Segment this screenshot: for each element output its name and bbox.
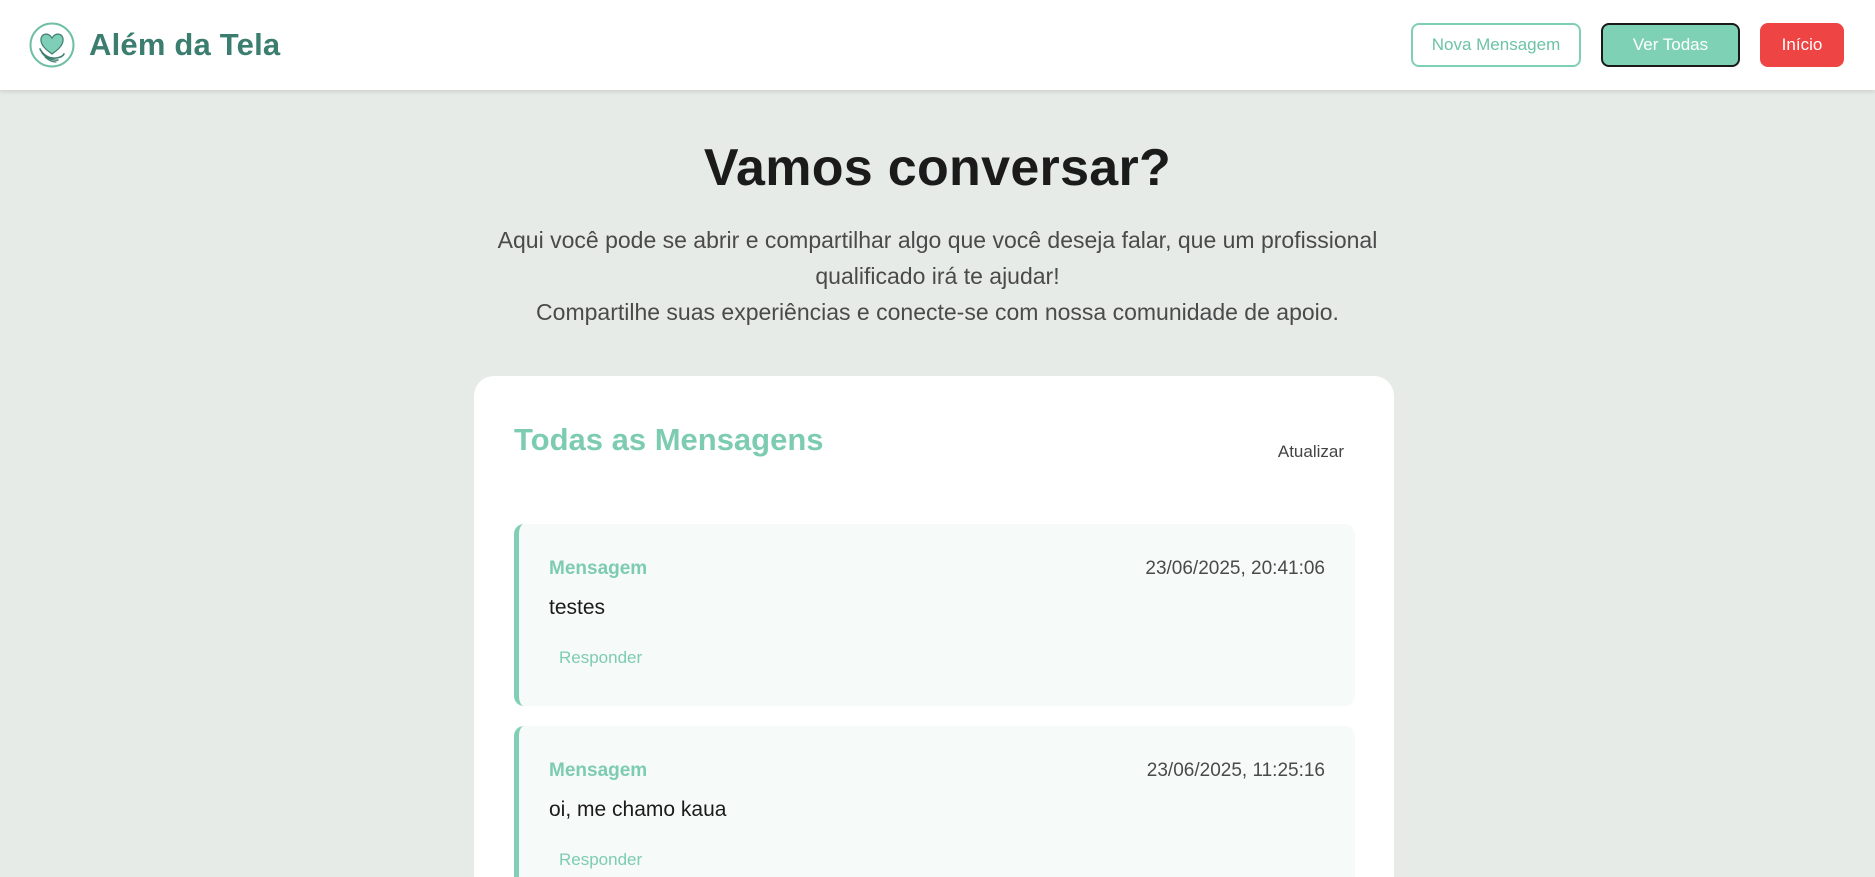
refresh-button[interactable]: Atualizar — [1278, 442, 1344, 462]
message-label: Mensagem — [549, 558, 648, 579]
message-card: Mensagem 23/06/2025, 11:25:16 oi, me cha… — [514, 726, 1355, 877]
message-text: testes — [549, 596, 606, 619]
new-message-button[interactable]: Nova Mensagem — [1411, 23, 1581, 67]
message-card: Mensagem 23/06/2025, 20:41:06 testes Res… — [514, 524, 1355, 706]
header-actions: Nova Mensagem Ver Todas Início — [1411, 23, 1844, 67]
reply-button[interactable]: Responder — [559, 850, 642, 870]
messages-panel-title: Todas as Mensagens — [514, 422, 824, 457]
brand-name: Além da Tela — [89, 27, 281, 62]
message-label: Mensagem — [549, 760, 648, 781]
message-timestamp: 23/06/2025, 20:41:06 — [1145, 558, 1325, 579]
message-timestamp: 23/06/2025, 11:25:16 — [1146, 760, 1325, 781]
view-all-button[interactable]: Ver Todas — [1601, 23, 1740, 67]
reply-button[interactable]: Responder — [559, 648, 642, 668]
top-navbar: Além da Tela Nova Mensagem Ver Todas Iní… — [0, 0, 1875, 90]
heart-hands-logo-icon — [29, 22, 75, 68]
brand[interactable]: Além da Tela — [29, 22, 280, 68]
hero-section: Vamos conversar? Aqui você pode se abrir… — [0, 138, 1875, 330]
hero-description: Aqui você pode se abrir e compartilhar a… — [478, 222, 1398, 330]
messages-panel-header: Todas as Mensagens Atualizar — [514, 422, 1344, 472]
home-button[interactable]: Início — [1760, 23, 1844, 67]
messages-panel: Todas as Mensagens Atualizar Mensagem 23… — [474, 376, 1394, 877]
hero-description-line-1: Aqui você pode se abrir e compartilhar a… — [497, 227, 1378, 289]
page-title: Vamos conversar? — [703, 139, 1172, 197]
hero-description-line-2: Compartilhe suas experiências e conecte-… — [536, 299, 1339, 325]
message-text: oi, me chamo kaua — [549, 798, 727, 821]
